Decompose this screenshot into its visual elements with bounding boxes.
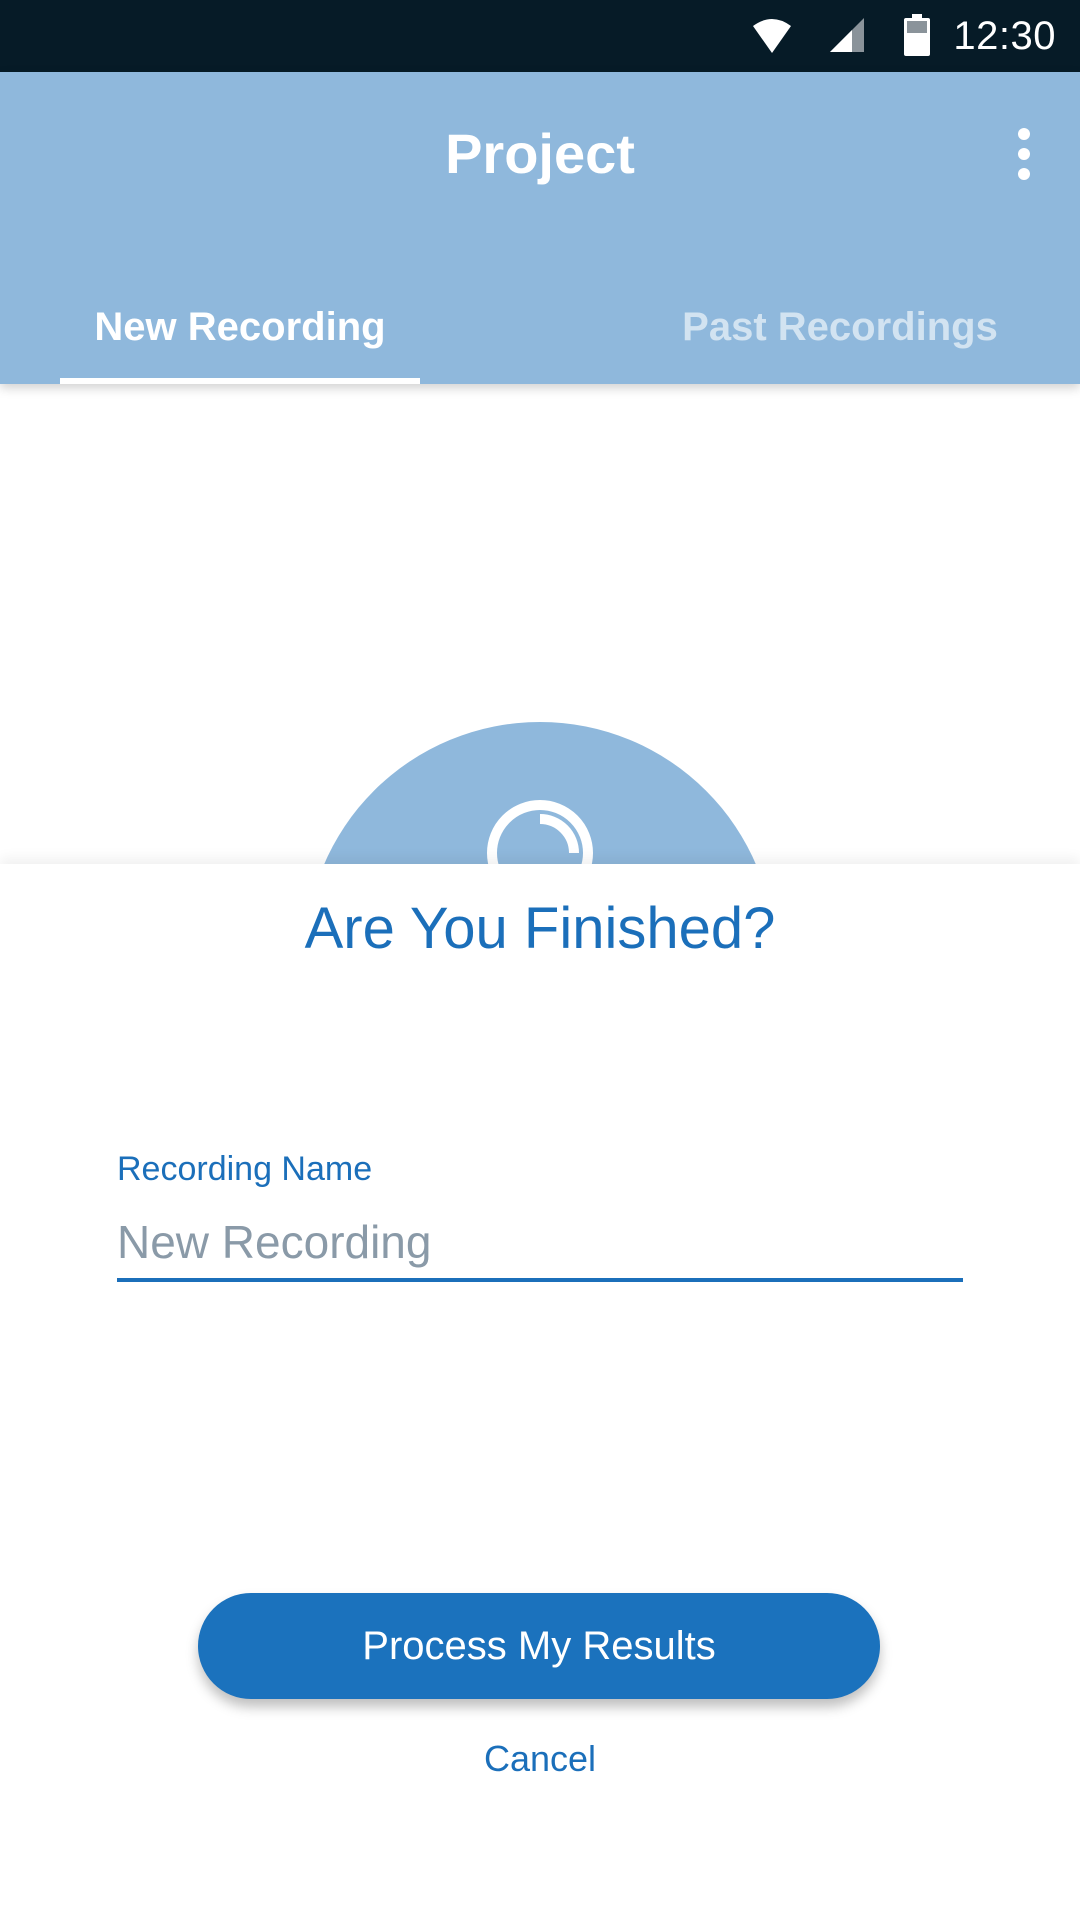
more-dot [1018, 128, 1030, 140]
recording-name-input[interactable] [117, 1206, 963, 1282]
recording-name-label: Recording Name [117, 1150, 373, 1188]
tab-indicator [60, 378, 420, 384]
finish-dialog: Are You Finished? Recording Name Process… [0, 864, 1080, 1920]
status-bar: 12:30 [0, 0, 1080, 72]
tab-past-recordings[interactable]: Past Recordings [660, 274, 1020, 384]
cell-signal-icon [830, 18, 864, 52]
process-results-button[interactable]: Process My Results [198, 1593, 880, 1699]
more-dot [1018, 148, 1030, 160]
app-bar: Project New Recording Past Recordings [0, 72, 1080, 384]
page-title: Project [445, 122, 635, 185]
more-vert-icon[interactable] [998, 122, 1050, 186]
tab-label: Past Recordings [682, 305, 998, 349]
tab-new-recording[interactable]: New Recording [60, 274, 420, 384]
tab-label: New Recording [94, 305, 386, 349]
clock: 12:30 [953, 14, 1056, 58]
dialog-title: Are You Finished? [304, 896, 776, 961]
cancel-button[interactable]: Cancel [440, 1736, 640, 1782]
wifi-icon [753, 19, 791, 53]
battery-icon [904, 14, 930, 56]
more-dot [1018, 168, 1030, 180]
